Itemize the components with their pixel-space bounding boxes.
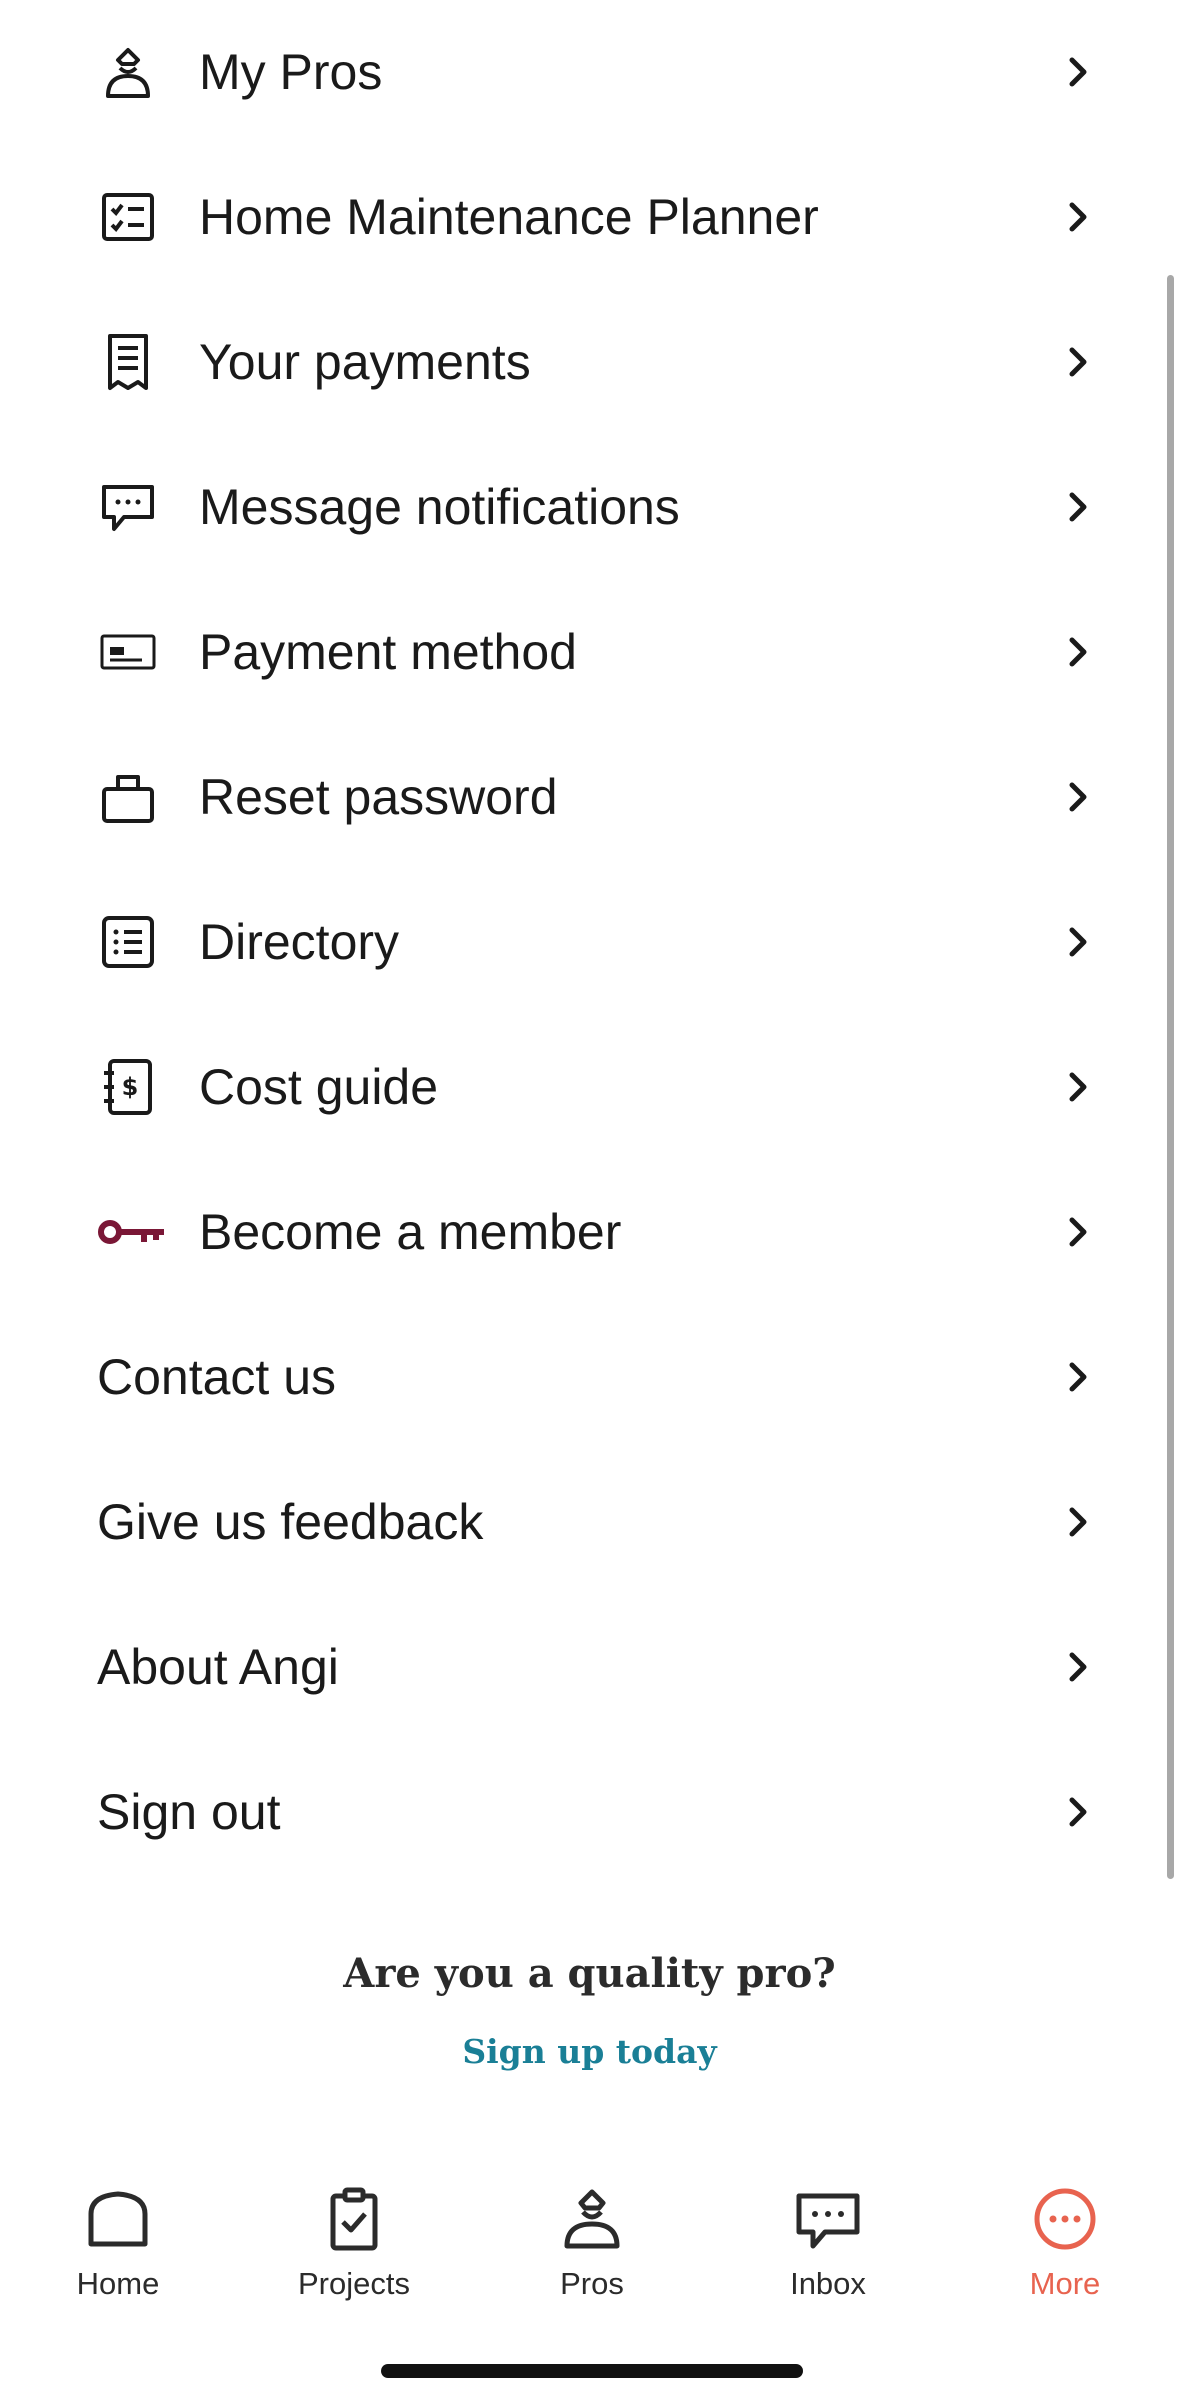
menu-item-label: Sign out (97, 1784, 281, 1840)
chevron-right-icon (1058, 777, 1098, 817)
menu-item-message-notifications[interactable]: Message notifications (0, 435, 1179, 579)
menu-item-your-payments[interactable]: Your payments (0, 290, 1179, 434)
tab-inbox[interactable]: Inbox (748, 2186, 908, 2326)
chevron-right-icon (1058, 487, 1098, 527)
clipboard-check-icon (321, 2186, 387, 2252)
chevron-right-icon (1058, 922, 1098, 962)
home-indicator (381, 2364, 803, 2378)
scrollbar[interactable] (1167, 275, 1174, 1879)
cost-guide-icon: $ (98, 1057, 158, 1117)
menu-item-label: Payment method (199, 624, 577, 680)
chevron-right-icon (1058, 1357, 1098, 1397)
menu-item-label: Home Maintenance Planner (199, 189, 819, 245)
chevron-right-icon (1058, 1792, 1098, 1832)
tab-home[interactable]: Home (38, 2186, 198, 2326)
menu-item-label: My Pros (199, 44, 383, 100)
menu-item-my-pros[interactable]: My Pros (0, 0, 1179, 144)
menu-item-sign-out[interactable]: Sign out (0, 1740, 1179, 1884)
chevron-right-icon (1058, 1647, 1098, 1687)
tab-projects[interactable]: Projects (274, 2186, 434, 2326)
menu-item-label: About Angi (97, 1639, 339, 1695)
chevron-right-icon (1058, 1502, 1098, 1542)
tab-label: Pros (560, 2266, 624, 2301)
menu-item-give-us-feedback[interactable]: Give us feedback (0, 1450, 1179, 1594)
briefcase-icon (98, 767, 158, 827)
chevron-right-icon (1058, 197, 1098, 237)
tab-label: Projects (298, 2266, 410, 2301)
menu-item-label: Directory (199, 914, 400, 970)
checklist-icon (98, 187, 158, 247)
chat-bubble-icon (795, 2186, 861, 2252)
menu-item-label: Give us feedback (97, 1494, 484, 1550)
pro-person-icon (98, 42, 158, 102)
menu-item-payment-method[interactable]: Payment method (0, 580, 1179, 724)
house-icon (85, 2186, 151, 2252)
chevron-right-icon (1058, 342, 1098, 382)
tab-label: Home (76, 2266, 160, 2301)
menu-item-label: Cost guide (199, 1059, 439, 1115)
chat-bubble-icon (98, 477, 158, 537)
bottom-tab-bar: Home Projects Pros Inbox More (0, 2150, 1179, 2396)
receipt-icon (98, 332, 158, 392)
list-icon (98, 912, 158, 972)
menu-item-reset-password[interactable]: Reset password (0, 725, 1179, 869)
menu-item-home-maintenance-planner[interactable]: Home Maintenance Planner (0, 145, 1179, 289)
key-icon (96, 1202, 168, 1262)
chevron-right-icon (1058, 632, 1098, 672)
menu-item-contact-us[interactable]: Contact us (0, 1305, 1179, 1449)
tab-pros[interactable]: Pros (512, 2186, 672, 2326)
menu-item-about-angi[interactable]: About Angi (0, 1595, 1179, 1739)
chevron-right-icon (1058, 52, 1098, 92)
more-dots-icon (1032, 2186, 1098, 2252)
menu-item-label: Your payments (199, 334, 531, 390)
credit-card-icon (98, 622, 158, 682)
menu-item-label: Message notifications (199, 479, 680, 535)
chevron-right-icon (1058, 1212, 1098, 1252)
menu-item-label: Contact us (97, 1349, 337, 1405)
menu-item-become-a-member[interactable]: Become a member (0, 1160, 1179, 1304)
chevron-right-icon (1058, 1067, 1098, 1107)
sign-up-link[interactable]: Sign up today (0, 2032, 1179, 2071)
menu-item-cost-guide[interactable]: $ Cost guide (0, 1015, 1179, 1159)
tab-label: More (1029, 2266, 1101, 2301)
tab-label: Inbox (790, 2266, 866, 2301)
tab-more[interactable]: More (985, 2186, 1145, 2326)
pro-person-icon (559, 2186, 625, 2252)
menu-item-label: Become a member (199, 1204, 622, 1260)
svg-text:$: $ (122, 1073, 139, 1101)
menu-item-directory[interactable]: Directory (0, 870, 1179, 1014)
menu-item-label: Reset password (199, 769, 558, 825)
pro-promo-title: Are you a quality pro? (343, 1950, 836, 1997)
